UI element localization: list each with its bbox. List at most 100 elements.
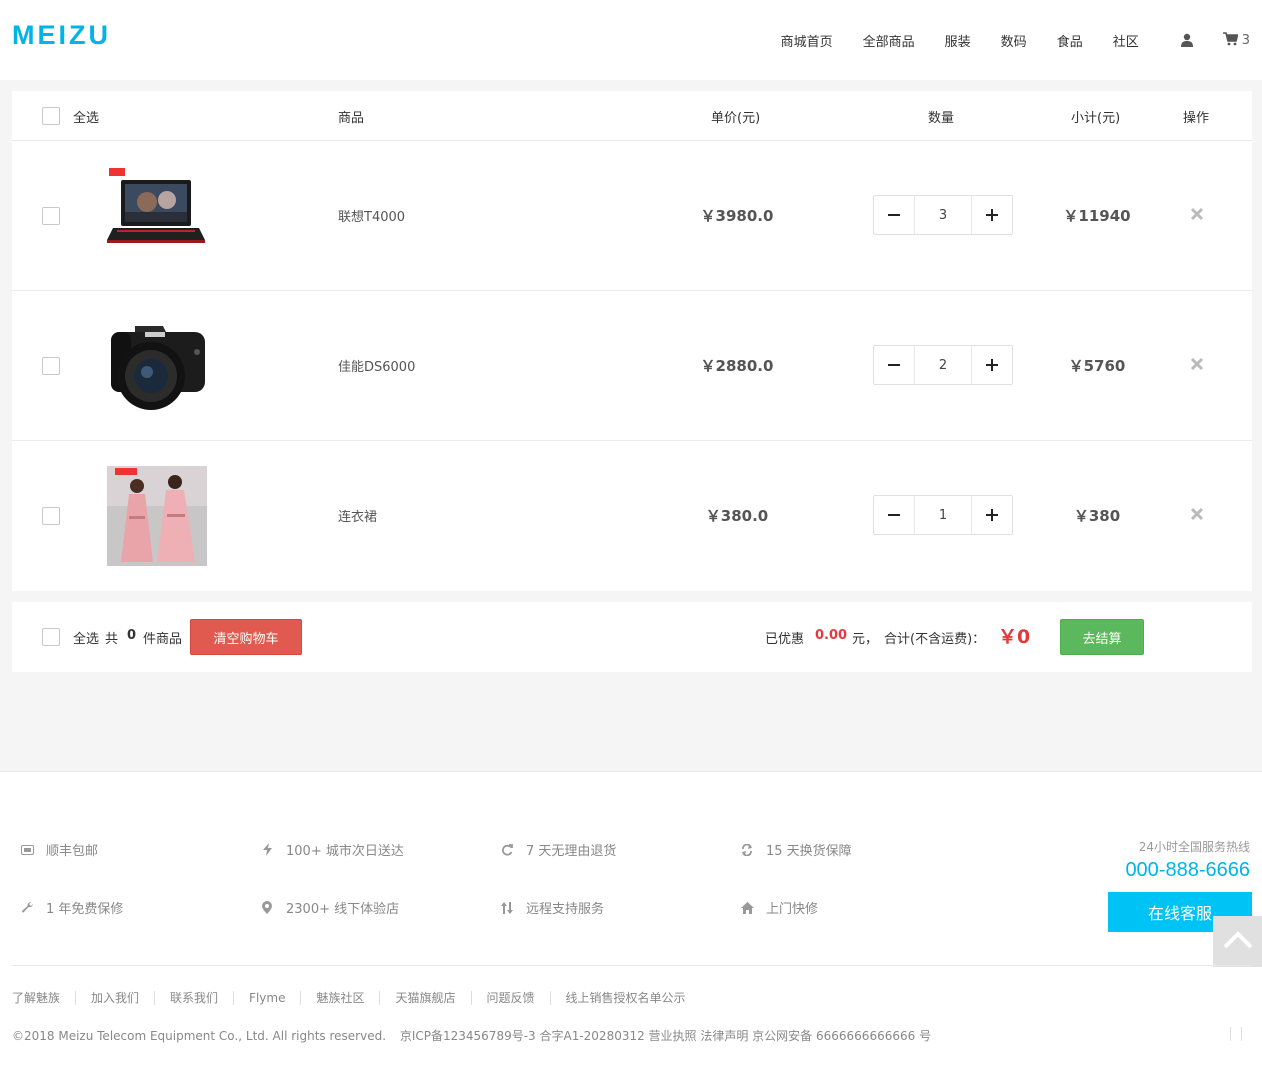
quantity-value[interactable]: 3 (914, 196, 972, 234)
service-warranty[interactable]: 1 年免费保修 (20, 898, 123, 917)
column-subtotal: 小计(元) (1071, 111, 1121, 126)
service-text: 7 天无理由退货 (526, 844, 617, 859)
item-checkbox[interactable] (42, 207, 60, 225)
product-image-dress[interactable] (107, 466, 207, 566)
increase-button[interactable] (972, 346, 1012, 384)
cart-summary-bar: 全选 共 0 件商品 清空购物车 已优惠 0.00 元， 合计(不含运费)： ￥… (12, 602, 1252, 672)
service-return[interactable]: 7 天无理由退货 (500, 840, 616, 859)
service-exchange[interactable]: 15 天换货保障 (740, 840, 852, 859)
site-footer: 顺丰包邮 100+ 城市次日送达 7 天无理由退货 15 天换货保障 1 年免费… (0, 773, 1262, 1066)
checkout-button[interactable]: 去结算 (1060, 619, 1144, 655)
service-text: 上门快修 (766, 902, 819, 917)
footer-link[interactable]: 了解魅族 (12, 991, 75, 1005)
footer-links: 了解魅族 加入我们 联系我们 Flyme 魅族社区 天猫旗舰店 问题反馈 线上销… (12, 991, 701, 1005)
chevron-up-icon (1223, 930, 1253, 953)
nav-digital[interactable]: 数码 (1001, 31, 1027, 50)
footer-link[interactable]: 天猫旗舰店 (379, 991, 470, 1005)
hotline-label: 24小时全国服务热线 (1138, 840, 1250, 854)
quantity-stepper: 1 (873, 495, 1013, 535)
total-suffix: 件商品 (143, 632, 183, 647)
nav-food[interactable]: 食品 (1057, 31, 1083, 50)
hotline-number[interactable]: 000-888-6666 (1125, 859, 1250, 882)
cart-link[interactable]: 3 (1222, 31, 1250, 50)
meizu-logo[interactable]: MEIZU (12, 20, 111, 51)
wrench-icon (20, 901, 34, 915)
copyright-text: ©2018 Meizu Telecom Equipment Co., Ltd. … (12, 1029, 387, 1043)
column-product: 商品 (338, 111, 365, 126)
service-text: 顺丰包邮 (46, 844, 99, 859)
site-header: MEIZU 商城首页 全部商品 服装 数码 食品 社区 3 (0, 0, 1262, 80)
footer-divider (12, 965, 1252, 966)
nav-all-products[interactable]: 全部商品 (863, 31, 915, 50)
main-nav: 商城首页 全部商品 服装 数码 食品 社区 3 (781, 0, 1262, 80)
product-name[interactable]: 佳能DS6000 (338, 356, 415, 375)
quantity-stepper: 3 (873, 195, 1013, 235)
card-icon (20, 843, 34, 857)
item-subtotal: ￥380 (1073, 507, 1121, 525)
item-checkbox[interactable] (42, 357, 60, 375)
license-text[interactable]: 京ICP备123456789号-3 合字A1-20280312 营业执照 法律声… (400, 1029, 931, 1043)
select-all-label-bottom: 全选 (73, 632, 100, 647)
back-to-top-button[interactable] (1213, 916, 1262, 967)
footer-link[interactable]: 问题反馈 (470, 991, 550, 1005)
nav-community[interactable]: 社区 (1113, 31, 1139, 50)
cart-count: 3 (1241, 32, 1250, 48)
cart-row: 连衣裙 ￥380.0 1 ￥380 (12, 441, 1252, 591)
service-stores[interactable]: 2300+ 线下体验店 (260, 898, 399, 917)
select-all-checkbox[interactable] (42, 107, 60, 125)
nav-clothing[interactable]: 服装 (945, 31, 971, 50)
product-name[interactable]: 连衣裙 (338, 506, 377, 525)
cart-row: 佳能DS6000 ￥2880.0 2 ￥5760 (12, 291, 1252, 441)
sum-value: ￥0 (998, 626, 1031, 648)
product-name[interactable]: 联想T4000 (338, 206, 405, 225)
unit-price: ￥3980.0 (700, 207, 774, 225)
main-content: 全选 商品 单价(元) 数量 小计(元) 操作 联想T4000 ￥3980.0 … (0, 80, 1262, 772)
select-all-label: 全选 (73, 111, 100, 126)
home-icon (740, 901, 754, 915)
service-repair[interactable]: 上门快修 (740, 898, 818, 917)
service-text: 1 年免费保修 (46, 902, 124, 917)
service-text: 15 天换货保障 (766, 844, 852, 859)
service-free-shipping[interactable]: 顺丰包邮 (20, 840, 98, 859)
footer-link[interactable]: Flyme (233, 991, 300, 1005)
user-icon[interactable] (1179, 32, 1195, 48)
item-checkbox[interactable] (42, 507, 60, 525)
decrease-button[interactable] (874, 196, 914, 234)
map-marker-icon (260, 901, 274, 915)
quantity-value[interactable]: 1 (914, 496, 972, 534)
product-image-laptop[interactable] (107, 166, 207, 266)
sum-label: 合计(不含运费)： (884, 632, 986, 647)
bolt-icon (260, 843, 274, 857)
decrease-button[interactable] (874, 346, 914, 384)
column-action: 操作 (1183, 111, 1210, 126)
increase-button[interactable] (972, 196, 1012, 234)
service-remote[interactable]: 远程支持服务 (500, 898, 604, 917)
cart-icon (1222, 31, 1239, 50)
quantity-stepper: 2 (873, 345, 1013, 385)
clear-cart-button[interactable]: 清空购物车 (190, 619, 302, 655)
quantity-value[interactable]: 2 (914, 346, 972, 384)
sort-icon (500, 901, 514, 915)
footer-link[interactable]: 加入我们 (75, 991, 154, 1005)
item-subtotal: ￥11940 (1063, 207, 1131, 225)
selected-count: 0 (127, 628, 137, 643)
column-unit-price: 单价(元) (711, 111, 761, 126)
unit-price: ￥2880.0 (700, 357, 774, 375)
service-next-day[interactable]: 100+ 城市次日送达 (260, 840, 404, 859)
delete-icon[interactable] (1190, 356, 1208, 374)
decrease-button[interactable] (874, 496, 914, 534)
copyright: ©2018 Meizu Telecom Equipment Co., Ltd. … (12, 1027, 941, 1044)
product-image-camera[interactable] (107, 316, 207, 416)
footer-link[interactable]: 联系我们 (154, 991, 233, 1005)
column-quantity: 数量 (928, 111, 955, 126)
exchange-icon (740, 843, 754, 857)
delete-icon[interactable] (1190, 206, 1208, 224)
increase-button[interactable] (972, 496, 1012, 534)
nav-home[interactable]: 商城首页 (781, 31, 833, 50)
delete-icon[interactable] (1190, 506, 1208, 524)
service-text: 100+ 城市次日送达 (286, 844, 404, 859)
select-all-checkbox-bottom[interactable] (42, 628, 60, 646)
footer-link[interactable]: 魅族社区 (300, 991, 379, 1005)
footer-link[interactable]: 线上销售授权名单公示 (549, 991, 701, 1005)
item-subtotal: ￥5760 (1068, 357, 1126, 375)
